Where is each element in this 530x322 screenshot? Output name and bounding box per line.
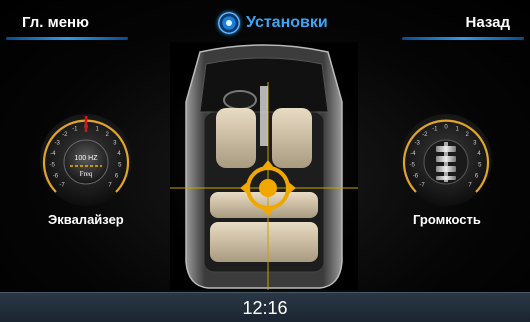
main-menu-underline	[6, 37, 128, 40]
clock: 12:16	[242, 298, 288, 318]
eq-center-value: 100 HZ	[75, 155, 99, 162]
settings-screen: Гл. меню Установки Назад -7 -6 -5 -4-3 -…	[0, 0, 530, 322]
vol-scale-label: -7	[419, 183, 425, 189]
vol-scale-label: -6	[413, 173, 419, 179]
speaker-balance-area[interactable]	[170, 42, 358, 290]
status-bar: 12:16	[0, 292, 530, 322]
eq-scale-label: -3	[55, 140, 61, 146]
page-title-text: Установки	[246, 14, 328, 31]
volume-dial-icon: -7-6-5-4-3-2-1 0 1234567	[400, 114, 492, 206]
back-button[interactable]: Назад	[402, 0, 530, 44]
main-menu-button[interactable]: Гл. меню	[0, 0, 128, 44]
eq-center-sub: Freq	[80, 170, 93, 178]
eq-scale-label: -4	[50, 151, 56, 157]
volume-knob[interactable]: -7 -6 -5 -4 -3 -2 -1 0 1 2 3 4 5 6 7	[398, 112, 494, 208]
volume-label[interactable]: Громкость	[413, 212, 481, 227]
vol-scale-label: -5	[410, 162, 416, 168]
speaker-icon	[218, 12, 240, 34]
main-menu-label: Гл. меню	[22, 14, 89, 31]
page-title: Установки	[200, 10, 360, 38]
eq-scale-label: -6	[53, 173, 59, 179]
eq-scale-label: -2	[62, 132, 68, 138]
back-label: Назад	[465, 14, 510, 31]
eq-scale-label: -7	[59, 183, 65, 189]
equalizer-dial-icon: -7-6-5-4-3-2-101234567 100 HZ Freq	[40, 114, 132, 206]
equalizer-knob[interactable]: -7-6-5-4-3-2-101234567 100 HZ Freq	[38, 112, 134, 208]
vol-scale-label: -4	[410, 151, 416, 157]
car-top-view-icon	[170, 42, 358, 290]
eq-scale-label: -5	[50, 162, 56, 168]
equalizer-label[interactable]: Эквалайзер	[48, 212, 124, 227]
vol-scale-label: -3	[415, 140, 421, 146]
back-underline	[402, 37, 524, 40]
vol-scale-label: -2	[422, 132, 428, 138]
eq-scale-label: -1	[72, 126, 78, 132]
vol-scale-label: -1	[432, 126, 438, 132]
